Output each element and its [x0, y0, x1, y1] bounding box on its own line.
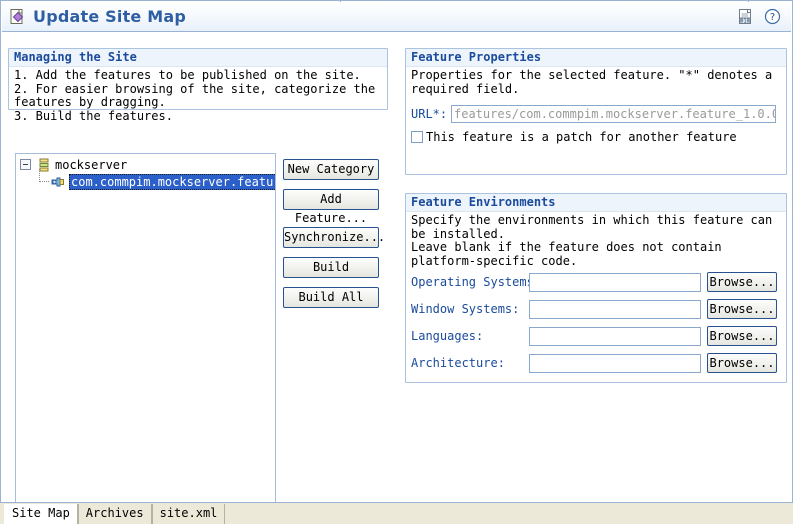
svg-text:010: 010: [740, 19, 749, 25]
tree-row[interactable]: com.commpim.mockserver.feature (1: [16, 169, 275, 190]
editor-tab-bar: Site Map Archives site.xml: [0, 502, 793, 524]
tab-site-xml[interactable]: site.xml: [151, 504, 226, 524]
site-map-tree[interactable]: mockserver com.commpim.mockserver.featur…: [15, 153, 276, 521]
architecture-row: Architecture: Browse...: [411, 353, 783, 373]
header-tools: 010 ?: [737, 8, 781, 25]
svg-text:?: ?: [770, 12, 775, 23]
binary-source-icon[interactable]: 010: [737, 8, 754, 25]
tab-site-map[interactable]: Site Map: [4, 504, 78, 524]
feature-properties-title: Feature Properties: [406, 49, 786, 67]
feature-properties-section: Feature Properties Properties for the se…: [405, 48, 787, 175]
site-map-buttons: New Category Add Feature... Synchronize.…: [283, 159, 385, 308]
build-all-button[interactable]: Build All: [283, 287, 379, 308]
window-systems-label: Window Systems:: [411, 302, 520, 316]
site-map-icon: [9, 8, 27, 26]
operating-systems-input[interactable]: [529, 272, 701, 292]
feature-plug-icon: [50, 174, 66, 190]
tree-rows: mockserver com.commpim.mockserver.featur…: [16, 156, 275, 190]
new-category-button[interactable]: New Category: [283, 159, 379, 180]
editor-header: Update Site Map 010 ?: [2, 2, 791, 32]
architecture-input[interactable]: [529, 353, 701, 373]
window-left-edge: [0, 0, 1, 502]
architecture-label: Architecture:: [411, 356, 505, 370]
operating-systems-label: Operating Systems:: [411, 275, 542, 289]
feature-environments-section: Feature Environments Specify the environ…: [405, 193, 787, 383]
managing-site-section: Managing the Site 1. Add the features to…: [8, 48, 388, 122]
patch-checkbox[interactable]: [411, 131, 423, 143]
tree-row[interactable]: mockserver: [16, 156, 275, 173]
tree-node-label-selected: com.commpim.mockserver.feature (1: [69, 173, 275, 190]
window-top-edge: [0, 0, 793, 1]
feature-properties-description: Properties for the selected feature. "*"…: [411, 68, 773, 96]
help-icon[interactable]: ?: [764, 8, 781, 25]
managing-site-description: 1. Add the features to be published on t…: [14, 68, 376, 123]
tree-guide-line: [38, 169, 50, 190]
url-input[interactable]: features/com.commpim.mockserver.feature_…: [451, 105, 776, 123]
operating-systems-browse-button[interactable]: Browse...: [707, 272, 777, 292]
collapse-toggle-icon[interactable]: [20, 159, 31, 170]
feature-environments-title: Feature Environments: [406, 194, 786, 212]
build-button[interactable]: Build: [283, 257, 379, 278]
window-systems-browse-button[interactable]: Browse...: [707, 299, 777, 319]
languages-row: Languages: Browse...: [411, 326, 783, 346]
window-systems-input[interactable]: [529, 299, 701, 319]
managing-site-title: Managing the Site: [9, 49, 387, 67]
synchronize-button[interactable]: Synchronize...: [283, 227, 385, 248]
architecture-browse-button[interactable]: Browse...: [707, 353, 777, 373]
languages-input[interactable]: [529, 326, 701, 346]
tree-node-label: mockserver: [55, 157, 128, 172]
languages-browse-button[interactable]: Browse...: [707, 326, 777, 346]
url-label: URL*:: [411, 107, 448, 121]
environments-grid: Operating Systems: Browse... Window Syst…: [411, 272, 783, 380]
add-feature-button[interactable]: Add Feature...: [283, 189, 379, 225]
window-systems-row: Window Systems: Browse...: [411, 299, 783, 319]
page-title: Update Site Map: [33, 7, 187, 26]
feature-environments-description: Specify the environments in which this f…: [411, 213, 773, 268]
tab-archives[interactable]: Archives: [77, 504, 152, 524]
operating-systems-row: Operating Systems: Browse...: [411, 272, 783, 292]
editor-body: Managing the Site 1. Add the features to…: [2, 33, 791, 521]
patch-checkbox-row[interactable]: This feature is a patch for another feat…: [406, 130, 786, 144]
patch-checkbox-label: This feature is a patch for another feat…: [426, 130, 737, 144]
languages-label: Languages:: [411, 329, 484, 343]
url-field-row: URL*: features/com.commpim.mockserver.fe…: [406, 105, 786, 123]
update-site-map-editor: Update Site Map 010 ? Managing the Site …: [0, 0, 793, 524]
